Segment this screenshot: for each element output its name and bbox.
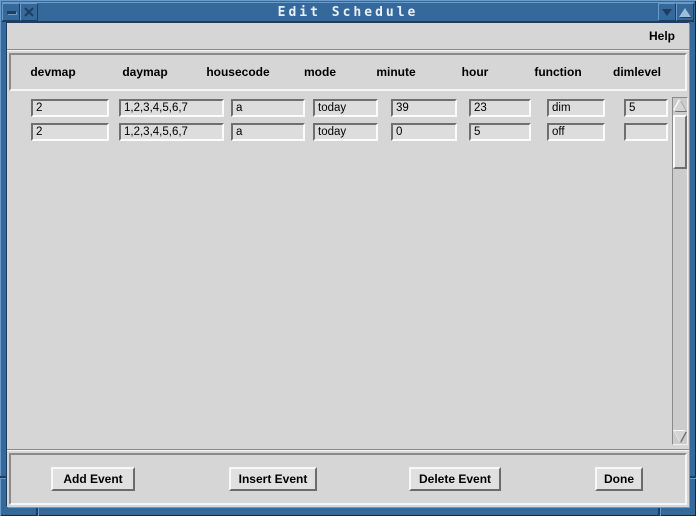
menubar: Help — [7, 23, 689, 49]
event-row: 2 1,2,3,4,5,6,7 a today 39 23 dim 5 — [7, 99, 669, 117]
maximize-icon — [679, 8, 691, 17]
resize-handle-bottom-left[interactable] — [36, 508, 38, 516]
field-minute[interactable]: 0 — [391, 123, 457, 141]
field-function[interactable]: dim — [547, 99, 605, 117]
button-panel: Add Event Insert Event Delete Event Done — [9, 453, 687, 505]
field-housecode[interactable]: a — [231, 123, 305, 141]
field-dimlevel[interactable] — [624, 123, 668, 141]
resize-handle-right[interactable] — [688, 476, 696, 478]
event-row: 2 1,2,3,4,5,6,7 a today 0 5 off — [7, 123, 669, 141]
delete-event-button[interactable]: Delete Event — [409, 467, 501, 491]
field-housecode[interactable]: a — [231, 99, 305, 117]
window-title: Edit Schedule — [2, 3, 694, 23]
maximize-button[interactable] — [676, 3, 694, 21]
column-header-panel: devmap daymap housecode mode minute hour… — [9, 53, 687, 91]
column-header-dimlevel: dimlevel — [587, 55, 687, 89]
column-header-daymap: daymap — [95, 55, 195, 89]
list-bottom-separator — [7, 449, 689, 451]
event-list: 2 1,2,3,4,5,6,7 a today 39 23 dim 5 2 1,… — [7, 91, 689, 451]
field-hour[interactable]: 5 — [469, 123, 531, 141]
field-function[interactable]: off — [547, 123, 605, 141]
scrollbar-thumb[interactable] — [673, 115, 687, 169]
menu-help[interactable]: Help — [645, 27, 679, 45]
scroll-up-icon[interactable] — [674, 100, 686, 111]
client-area: Help devmap daymap housecode mode minute… — [7, 23, 689, 507]
field-minute[interactable]: 39 — [391, 99, 457, 117]
field-mode[interactable]: today — [313, 123, 378, 141]
field-hour[interactable]: 23 — [469, 99, 531, 117]
edit-schedule-window: Edit Schedule Help devmap daymap houseco… — [0, 0, 696, 516]
titlebar[interactable]: Edit Schedule — [2, 2, 694, 22]
done-button[interactable]: Done — [595, 467, 643, 491]
column-header-devmap: devmap — [3, 55, 103, 89]
resize-handle-bottom-right[interactable] — [658, 508, 660, 516]
vertical-scrollbar[interactable] — [672, 97, 688, 445]
field-dimlevel[interactable]: 5 — [624, 99, 668, 117]
shade-icon — [662, 9, 672, 16]
field-mode[interactable]: today — [313, 99, 378, 117]
field-devmap[interactable]: 2 — [31, 99, 109, 117]
scroll-down-icon[interactable] — [674, 431, 686, 442]
field-devmap[interactable]: 2 — [31, 123, 109, 141]
add-event-button[interactable]: Add Event — [51, 467, 135, 491]
field-daymap[interactable]: 1,2,3,4,5,6,7 — [119, 99, 224, 117]
shade-button[interactable] — [658, 3, 676, 21]
insert-event-button[interactable]: Insert Event — [229, 467, 317, 491]
menubar-separator — [7, 49, 689, 51]
field-daymap[interactable]: 1,2,3,4,5,6,7 — [119, 123, 224, 141]
